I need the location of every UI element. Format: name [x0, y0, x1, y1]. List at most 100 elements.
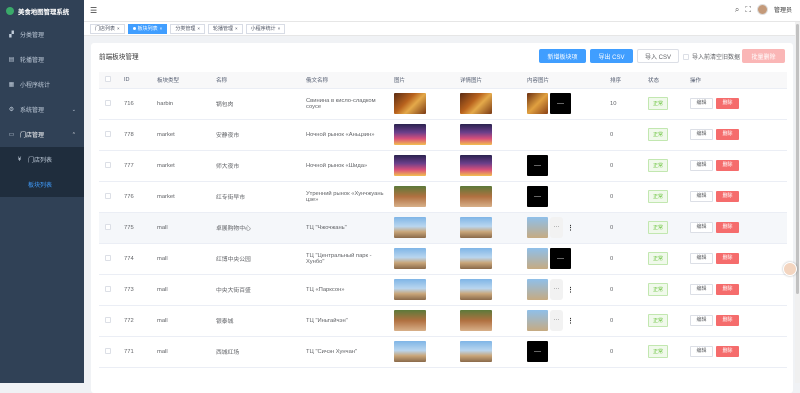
block-image[interactable]: [394, 310, 426, 331]
tag-store-list[interactable]: 门店列表 ×: [90, 23, 125, 34]
delete-button[interactable]: 删除: [716, 346, 739, 357]
more-options-icon[interactable]: ⋮: [567, 286, 574, 294]
block-image[interactable]: [394, 93, 426, 114]
row-checkbox[interactable]: [105, 254, 111, 261]
row-checkbox[interactable]: [105, 161, 111, 168]
column-header[interactable]: 名称: [213, 72, 303, 89]
delete-button[interactable]: 删除: [716, 129, 739, 140]
column-header[interactable]: ID: [121, 72, 154, 89]
delete-button[interactable]: 删除: [716, 98, 739, 109]
detail-image[interactable]: [460, 186, 492, 207]
detail-image[interactable]: [460, 341, 492, 362]
detail-image[interactable]: [460, 248, 492, 269]
tag-category[interactable]: 分类管理 ×: [170, 23, 205, 34]
edit-button[interactable]: 编辑: [690, 191, 713, 202]
close-icon[interactable]: ×: [235, 26, 238, 31]
scrollbar-thumb[interactable]: [796, 24, 799, 294]
column-header[interactable]: 俄文名称: [303, 72, 391, 89]
content-image[interactable]: [550, 93, 571, 114]
content-image[interactable]: [527, 341, 548, 362]
sidebar-item-store-list[interactable]: ¥ 门店列表: [0, 147, 84, 172]
select-all-checkbox[interactable]: [105, 75, 111, 82]
table-row[interactable]: 776 market 红专街早市 Утренний рынок «Хунчжуань …: [99, 181, 787, 213]
more-options-icon[interactable]: ⋮: [567, 317, 574, 325]
row-checkbox[interactable]: [105, 130, 111, 137]
row-checkbox[interactable]: [105, 285, 111, 292]
close-icon[interactable]: ×: [278, 26, 281, 31]
sidebar-item-stats[interactable]: ▦ 小程序统计: [0, 72, 84, 97]
page-scrollbar[interactable]: [795, 22, 800, 383]
content-image[interactable]: [527, 217, 548, 238]
import-clear-checkbox[interactable]: [683, 53, 689, 60]
table-row[interactable]: 778 market 安静夜市 Ночной рынок «Аньцзин» 0 正常 编辑…: [99, 119, 787, 151]
block-image[interactable]: [394, 279, 426, 300]
edit-button[interactable]: 编辑: [690, 98, 713, 109]
sidebar-item-system[interactable]: ⚙ 系统管理 ⌄: [0, 97, 84, 122]
delete-button[interactable]: 删除: [716, 160, 739, 171]
more-images-indicator[interactable]: ···: [550, 310, 563, 331]
block-image[interactable]: [394, 217, 426, 238]
row-checkbox[interactable]: [105, 223, 111, 230]
table-row[interactable]: 777 market 师大夜市 Ночной рынок «Шида» 0 正常 编辑 删除: [99, 150, 787, 182]
column-header[interactable]: 详情图片: [457, 72, 524, 89]
edit-button[interactable]: 编辑: [690, 253, 713, 264]
detail-image[interactable]: [460, 124, 492, 145]
fullscreen-icon[interactable]: ⛶: [745, 5, 751, 15]
block-image[interactable]: [394, 155, 426, 176]
close-icon[interactable]: ×: [117, 26, 120, 31]
edit-button[interactable]: 编辑: [690, 160, 713, 171]
batch-delete-button[interactable]: 批量删除: [742, 49, 785, 63]
more-images-indicator[interactable]: ···: [550, 217, 563, 238]
assistant-avatar[interactable]: [783, 262, 797, 276]
table-row[interactable]: 774 mall 红博中央公园 ТЦ "Центральный парк - Хунб…: [99, 243, 787, 275]
content-image[interactable]: [527, 279, 548, 300]
row-checkbox[interactable]: [105, 99, 111, 106]
content-image[interactable]: [550, 248, 571, 269]
column-header[interactable]: 操作: [687, 72, 787, 89]
add-block-button[interactable]: 新增板块项: [539, 49, 586, 63]
block-image[interactable]: [394, 341, 426, 362]
row-checkbox[interactable]: [105, 316, 111, 323]
detail-image[interactable]: [460, 93, 492, 114]
sidebar-item-category[interactable]: ▞ 分类管理: [0, 22, 84, 47]
block-image[interactable]: [394, 186, 426, 207]
edit-button[interactable]: 编辑: [690, 129, 713, 140]
import-clear-option[interactable]: 导入前清空旧数据: [683, 52, 740, 61]
more-options-icon[interactable]: ⋮: [567, 224, 574, 232]
column-header[interactable]: 图片: [391, 72, 457, 89]
close-icon[interactable]: ×: [160, 26, 163, 31]
block-image[interactable]: [394, 124, 426, 145]
table-row[interactable]: 773 mall 中央大街百盛 ТЦ «Парксон» ··· ⋮ 0 正常 编辑 删除: [99, 274, 787, 306]
content-image[interactable]: [527, 310, 548, 331]
delete-button[interactable]: 删除: [716, 253, 739, 264]
block-image[interactable]: [394, 248, 426, 269]
detail-image[interactable]: [460, 279, 492, 300]
content-image[interactable]: [527, 248, 548, 269]
close-icon[interactable]: ×: [197, 26, 200, 31]
sidebar-item-block-list[interactable]: 板块列表: [0, 172, 84, 197]
delete-button[interactable]: 删除: [716, 222, 739, 233]
avatar[interactable]: [756, 4, 768, 15]
detail-image[interactable]: [460, 217, 492, 238]
search-icon[interactable]: ⌕: [735, 5, 739, 15]
table-row[interactable]: 772 mall 银泰城 ТЦ "Иньтайчэн" ··· ⋮ 0 正常 编辑 删除: [99, 305, 787, 337]
content-image[interactable]: [527, 155, 548, 176]
edit-button[interactable]: 编辑: [690, 222, 713, 233]
content-image[interactable]: [527, 93, 548, 114]
tag-block-list[interactable]: 板块列表 ×: [127, 23, 168, 34]
edit-button[interactable]: 编辑: [690, 284, 713, 295]
sidebar-item-carousel[interactable]: ▤ 轮播管理: [0, 47, 84, 72]
row-checkbox[interactable]: [105, 192, 111, 199]
table-row[interactable]: 716 harbin 锅包肉 Свинина в кисло-сладком соус…: [99, 88, 787, 120]
row-checkbox[interactable]: [105, 347, 111, 354]
delete-button[interactable]: 删除: [716, 284, 739, 295]
username[interactable]: 管理员: [774, 5, 792, 14]
tag-stats[interactable]: 小程序统计 ×: [245, 23, 286, 34]
delete-button[interactable]: 删除: [716, 315, 739, 326]
detail-image[interactable]: [460, 310, 492, 331]
delete-button[interactable]: 删除: [716, 191, 739, 202]
table-row[interactable]: 775 mall 卓展购物中心 ТЦ "Чжочжань" ··· ⋮ 0 正常 编辑 删除: [99, 212, 787, 244]
sidebar-item-store[interactable]: ▭ 门店管理 ⌃: [0, 122, 84, 147]
import-csv-button[interactable]: 导入 CSV: [637, 49, 679, 63]
more-images-indicator[interactable]: ···: [550, 279, 563, 300]
